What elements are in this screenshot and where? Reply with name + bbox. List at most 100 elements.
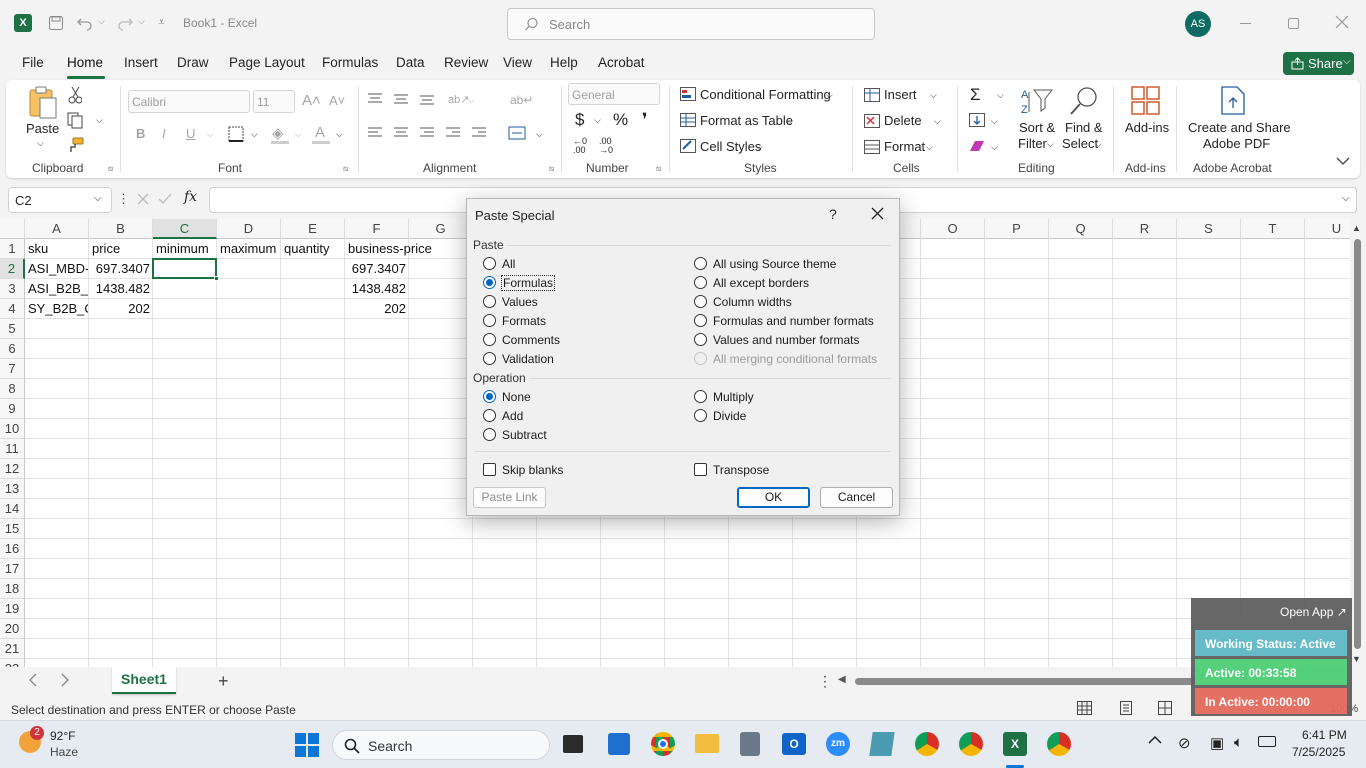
clear-icon[interactable] xyxy=(969,140,985,152)
file-explorer-icon[interactable] xyxy=(695,734,719,753)
add-sheet-icon[interactable]: + xyxy=(218,671,229,692)
cell-f2[interactable]: 697.3407 xyxy=(348,259,406,279)
borders-icon[interactable] xyxy=(228,126,244,142)
name-box-dropdown-icon[interactable]: ⌵ xyxy=(94,193,102,204)
avatar[interactable]: AS xyxy=(1185,11,1211,37)
radio-validation[interactable] xyxy=(483,352,496,365)
enter-entry-icon[interactable] xyxy=(158,192,172,206)
radio-label-values[interactable]: Values xyxy=(502,295,538,309)
outlook-icon[interactable]: O xyxy=(782,733,806,755)
create-pdf-icon[interactable] xyxy=(1219,86,1247,116)
prev-sheet-icon[interactable] xyxy=(28,673,38,687)
font-color-dropdown-icon[interactable]: ⌵ xyxy=(336,129,343,140)
row-header-20[interactable]: 20 xyxy=(0,619,25,639)
tab-file[interactable]: File xyxy=(22,55,44,70)
fill-dropdown-icon[interactable]: ⌵ xyxy=(295,129,302,140)
page-layout-view-icon[interactable] xyxy=(1119,701,1133,715)
font-color-icon[interactable]: A xyxy=(315,124,325,141)
start-windows-icon[interactable] xyxy=(295,733,319,757)
row-header-14[interactable]: 14 xyxy=(0,499,25,519)
taskbar-search[interactable]: Search xyxy=(332,730,550,760)
format-as-table-button[interactable]: Format as Table xyxy=(700,113,793,128)
row-header-22[interactable]: 22 xyxy=(0,659,25,667)
column-header-f[interactable]: F xyxy=(345,219,409,239)
percent-icon[interactable]: % xyxy=(613,110,628,130)
row-header-19[interactable]: 19 xyxy=(0,599,25,619)
add-ins-icon[interactable] xyxy=(1131,86,1161,116)
number-launcher-icon[interactable]: ⧅ xyxy=(656,164,661,174)
radio-all-except-borders[interactable] xyxy=(694,276,707,289)
autosum-dropdown-icon[interactable]: ⌵ xyxy=(997,90,1004,101)
row-header-7[interactable]: 7 xyxy=(0,359,25,379)
store-icon[interactable] xyxy=(608,733,630,755)
restore-icon[interactable] xyxy=(1288,18,1299,29)
cell-b3[interactable]: 1438.482 xyxy=(92,279,150,299)
minimize-icon[interactable] xyxy=(1240,23,1251,24)
paste-dropdown-icon[interactable]: ⌵ xyxy=(37,138,44,149)
radio-label-formulas-and-number-formats[interactable]: Formulas and number formats xyxy=(713,314,874,328)
underline-dropdown-icon[interactable]: ⌵ xyxy=(207,129,214,140)
radio-add[interactable] xyxy=(483,409,496,422)
customize-toolbar-icon[interactable]: ⩡ xyxy=(158,15,165,30)
column-header-g[interactable]: G xyxy=(409,219,473,239)
normal-view-icon[interactable] xyxy=(1077,701,1092,715)
find-select-dropdown-icon[interactable]: ⌵ xyxy=(1095,139,1102,150)
scroll-up-icon[interactable]: ▲ xyxy=(1352,223,1361,233)
page-break-view-icon[interactable] xyxy=(1158,701,1172,715)
row-header-16[interactable]: 16 xyxy=(0,539,25,559)
cell-b1[interactable]: price xyxy=(92,239,152,259)
row-header-11[interactable]: 11 xyxy=(0,439,25,459)
tab-view[interactable]: View xyxy=(503,55,532,70)
undo-icon[interactable] xyxy=(76,15,94,31)
cell-b2[interactable]: 697.3407 xyxy=(92,259,150,279)
cell-styles-icon[interactable] xyxy=(680,139,696,153)
cell-styles-button[interactable]: Cell Styles xyxy=(700,139,761,154)
tab-page-layout[interactable]: Page Layout xyxy=(229,55,305,70)
row-header-2[interactable]: 2 xyxy=(0,259,25,279)
radio-divide[interactable] xyxy=(694,409,707,422)
sheet-tab-sheet1[interactable]: Sheet1 xyxy=(112,667,176,694)
format-cells-button[interactable]: Format xyxy=(884,139,925,154)
weather-desc[interactable]: Haze xyxy=(50,745,78,759)
find-select-icon[interactable] xyxy=(1068,86,1100,116)
merge-dropdown-icon[interactable]: ⌵ xyxy=(536,129,543,140)
sort-filter-label-2[interactable]: Filter xyxy=(1018,136,1047,151)
cell-f1[interactable]: business-price xyxy=(348,239,468,259)
radio-label-comments[interactable]: Comments xyxy=(502,333,560,347)
radio-formulas[interactable] xyxy=(483,276,496,289)
decrease-font-icon[interactable]: A˅ xyxy=(329,93,345,108)
radio-all-using-source-theme[interactable] xyxy=(694,257,707,270)
radio-label-formulas[interactable]: Formulas xyxy=(500,275,556,291)
vertical-align-icons[interactable]: ab↗⌵ xyxy=(368,92,498,106)
wrap-text-icon[interactable]: ab↵ xyxy=(510,93,533,107)
radio-label-subtract[interactable]: Subtract xyxy=(502,428,547,442)
create-pdf-label[interactable]: Create and Share xyxy=(1188,120,1291,135)
expand-formula-bar-icon[interactable]: ⌵ xyxy=(1342,193,1350,204)
cut-icon[interactable] xyxy=(68,86,82,104)
cell-d1[interactable]: maximum xyxy=(220,239,280,259)
font-size-dropdown[interactable]: 11 xyxy=(253,90,295,113)
redo-dropdown-icon[interactable]: ⌵ xyxy=(138,16,145,27)
row-header-15[interactable]: 15 xyxy=(0,519,25,539)
find-select-label-2[interactable]: Select xyxy=(1062,136,1098,151)
copy-dropdown-icon[interactable]: ⌵ xyxy=(96,115,103,126)
cell-a3[interactable]: ASI_B2B_\ xyxy=(28,279,88,299)
cancel-entry-icon[interactable] xyxy=(136,192,150,206)
cell-a1[interactable]: sku xyxy=(28,239,88,259)
sheet-options-icon[interactable]: ⋮ xyxy=(818,673,832,690)
insert-function-icon[interactable]: fx xyxy=(184,189,197,205)
cell-f3[interactable]: 1438.482 xyxy=(348,279,406,299)
conditional-dropdown-icon[interactable]: ⌵ xyxy=(826,90,833,101)
cell-e1[interactable]: quantity xyxy=(284,239,344,259)
radio-label-column-widths[interactable]: Column widths xyxy=(713,295,792,309)
row-header-5[interactable]: 5 xyxy=(0,319,25,339)
delete-cells-icon[interactable] xyxy=(864,114,880,128)
tab-home[interactable]: Home xyxy=(67,55,103,70)
merge-center-icon[interactable] xyxy=(508,126,526,140)
clipboard-launcher-icon[interactable]: ⧅ xyxy=(108,164,113,174)
fill-icon[interactable] xyxy=(969,113,985,127)
number-format-dropdown[interactable]: General xyxy=(568,83,660,105)
format-painter-icon[interactable] xyxy=(68,137,84,153)
row-header-13[interactable]: 13 xyxy=(0,479,25,499)
chrome-icon[interactable] xyxy=(651,732,675,756)
